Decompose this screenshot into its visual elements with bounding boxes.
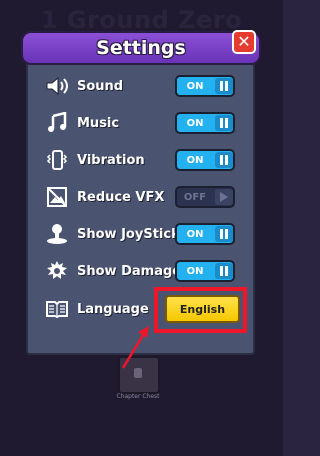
pause-bars-icon <box>215 226 233 242</box>
show-joystick-toggle[interactable]: ON <box>175 223 235 245</box>
reduce-vfx-icon <box>44 185 70 209</box>
pause-bars-icon <box>215 78 233 94</box>
pause-bars-icon <box>215 115 233 131</box>
play-triangle-icon <box>215 189 233 205</box>
joystick-icon <box>44 222 70 246</box>
settings-header: Settings <box>21 31 261 65</box>
setting-row-show-joystick: Show JoyStick ON <box>44 222 244 246</box>
setting-row-sound: Sound ON <box>44 74 244 98</box>
pointer-arrow-icon <box>121 326 149 369</box>
settings-title: Settings <box>96 37 186 59</box>
close-icon: ✕ <box>237 32 251 51</box>
show-damage-toggle[interactable]: ON <box>175 260 235 282</box>
setting-row-show-damage: Show Damage ON <box>44 259 244 283</box>
pause-bars-icon <box>215 263 233 279</box>
vibration-icon <box>44 148 70 172</box>
setting-row-vibration: Vibration ON <box>44 148 244 172</box>
reduce-vfx-toggle[interactable]: OFF <box>175 186 235 208</box>
book-icon <box>44 297 70 321</box>
vibration-toggle[interactable]: ON <box>175 149 235 171</box>
sound-toggle[interactable]: ON <box>175 75 235 97</box>
music-toggle[interactable]: ON <box>175 112 235 134</box>
setting-row-reduce-vfx: Reduce VFX OFF <box>44 185 244 209</box>
pause-bars-icon <box>215 152 233 168</box>
language-select-button[interactable]: English <box>165 295 240 323</box>
setting-row-music: Music ON <box>44 111 244 135</box>
speaker-icon <box>44 74 70 98</box>
chapter-chest-label: Chapter Chest <box>116 393 160 400</box>
music-note-icon <box>44 111 70 135</box>
damage-icon <box>44 259 70 283</box>
close-button[interactable]: ✕ <box>232 30 256 54</box>
